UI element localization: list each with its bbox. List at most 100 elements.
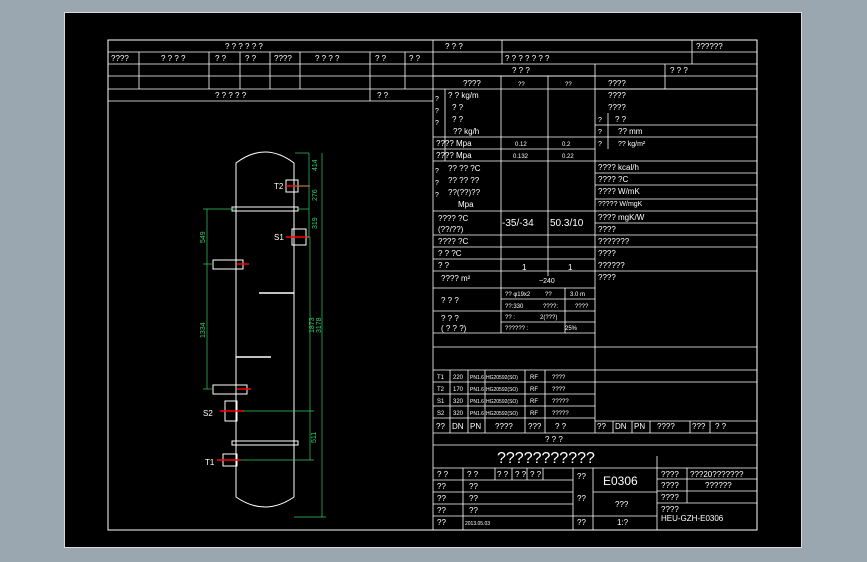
nozzle-header: DN [452,422,464,431]
spec-sub: ? ? ? [441,314,459,323]
header-cell: ? ? [377,91,389,100]
header-cell: ? ? [245,54,257,63]
spec-value: 0.132 [513,154,529,160]
spec-right-text: ???? ???? ???? ? ? ?? mm ?? kg/m² ? ? ? … [598,79,646,282]
spec-sub: ? ? ? [441,296,459,305]
nozzle-dn: 320 [453,399,464,405]
spec-label: (??/??) [438,225,464,234]
header-text: ? ? ? ? ? ? ? ? ? ?????? ???? ? ? ? ? ? … [111,42,723,100]
titleblock-cell: ???? [661,493,679,502]
titleblock-cell: ?? [577,494,586,503]
vessel: T2 S1 S2 T1 [203,151,310,508]
dim-319: 319 [312,217,319,229]
titleblock-text: ??????????? E0306 ???? ???20??????? ????… [437,450,744,527]
nozzle-std: HG20592(SO) [486,387,518,393]
nozzle-header: DN [615,422,627,431]
label-t2: T2 [274,182,284,191]
dim-414: 414 [312,159,319,171]
titleblock-cell: ?????? [705,481,732,490]
titleblock-cell: ? ? [467,470,479,479]
spec-sub: 3.0 m [570,292,585,298]
spec-sub: ?? : [505,315,515,321]
nozzle-id: S1 [437,399,445,405]
spec-sub: ????: [543,304,558,310]
header-title: ? ? ? ? ? ? [225,42,263,51]
titleblock-cell: ?? [469,482,478,491]
nozzle-dn: 170 [453,387,464,393]
titleblock-cell: ? ? [530,470,542,479]
nozzle-lower-left [212,384,251,395]
spec-right-label: ???? [598,273,616,282]
header-row2-right: ? ? ? ? ? ? ? [505,54,550,63]
titleblock-cell: ? ? [515,470,527,479]
spec-value: 1 [522,263,527,272]
header-row5: ? ? ? ? ? [215,91,247,100]
titleblock-cell: ?? [437,518,446,527]
spec-right-label: ???? [608,79,626,88]
nozzle-title: ? ? ? [545,435,563,444]
dim-549: 549 [200,231,207,243]
nozzle-header: ?? [597,422,606,431]
nozzle-header: ???? [495,422,513,431]
svg-text:?: ? [435,120,439,127]
spec-value: 0.2 [562,142,571,148]
nozzle-face: RF [530,387,538,393]
header-cell: ? ? [409,54,421,63]
spec-label: ? ? [438,261,450,270]
spec-sub: ?????? : [505,326,529,332]
spec-label: ???? Mpa [436,139,472,148]
titleblock-cell: ?? [577,472,586,481]
titleblock-cell: ?? [469,494,478,503]
spec-label: ?? kg/h [453,127,479,136]
dim-1334: 1334 [200,322,207,338]
titleblock-cell: ???? [661,470,679,479]
nozzle-pn: PN1.6 [470,411,484,417]
nozzle-use: ????? [552,399,569,405]
spec-label: ???? ?C [438,214,468,223]
nozzle-header: ??? [528,422,542,431]
spec-label: ???? Mpa [436,151,472,160]
spec-label: ? ? kg/m [448,91,479,100]
svg-text:?: ? [435,168,439,175]
spec-label: ???? ?C [438,237,468,246]
nozzle-t1 [217,453,241,467]
vessel-shell [235,151,295,508]
titleblock-cell: ?? [437,482,446,491]
nozzle-upper-left [212,259,249,270]
vessel-flange-top [231,206,299,212]
dim-3178: 3178 [316,317,323,333]
titleblock-cell: ?? [437,506,446,515]
spec-right-label: ???? mgK/W [598,213,645,222]
spec-value: ?? [518,82,525,88]
spec-right-label: ????? W/mgK [598,201,643,208]
spec-sub: ??:330 [505,304,524,310]
dim-511: 511 [311,432,318,443]
nozzle-text: T1 220 PN1.6 HG20592(SO) RF ???? T2 170 … [436,375,727,444]
spec-sub: ( ? ? ?) [441,324,467,333]
spec-sub: ???? [575,304,589,310]
drawing-title: ??????????? [497,450,595,467]
spec-value: 1 [568,263,573,272]
header-cell: ? ? ? [512,66,530,75]
spec-label: Mpa [458,200,474,209]
nozzle-std: HG20592(SO) [486,399,518,405]
cad-drawing: ? ? ? ? ? ? ? ? ? ?????? ???? ? ? ? ? ? … [107,39,758,531]
spec-right-label: ?? mm [618,127,643,136]
spec-label: ???? [463,79,481,88]
label-s2: S2 [203,409,213,418]
nozzle-std: HG20592(SO) [486,375,518,381]
nozzle-header: PN [634,422,645,431]
nozzle-use: ???? [552,387,566,393]
nozzle-face: RF [530,399,538,405]
spec-right-label: ???? ?C [598,175,628,184]
drawing-sheet: ? ? ? ? ? ? ? ? ? ?????? ???? ? ? ? ? ? … [64,12,802,548]
nozzle-header: ??? [692,422,706,431]
spec-value: 50.3/10 [550,218,584,229]
header-cell: ???? [274,54,292,63]
spec-sub: 25% [565,326,578,332]
titleblock-date: 2013.05.03 [465,521,490,527]
nozzle-header: ? ? [715,422,727,431]
label-s1: S1 [274,233,284,242]
spec-label: ?? ?? ?? [448,176,480,185]
dim-276: 276 [312,189,319,201]
